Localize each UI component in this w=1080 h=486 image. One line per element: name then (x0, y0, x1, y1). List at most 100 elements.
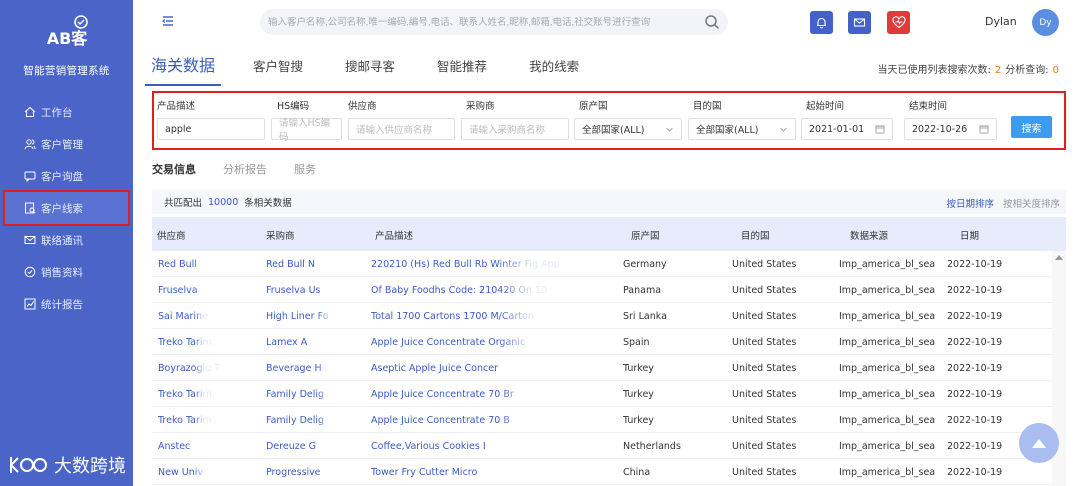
buyer-cell[interactable]: Lamex A (266, 337, 358, 348)
origin-select[interactable]: 全部国家(ALL) (574, 118, 682, 140)
supplier-cell[interactable]: Fruselva (158, 285, 224, 296)
table-row[interactable]: Red Bull Red Bull N 220210 (Hs) Red Bull R… (152, 251, 1052, 277)
sidebar-item-inquiries[interactable]: 客户询盘 (0, 160, 133, 192)
buyer-cell[interactable]: Family Delig (266, 389, 358, 400)
start-date-input[interactable]: 2021-01-01 (801, 118, 893, 140)
menu-toggle-icon[interactable] (161, 14, 175, 28)
tab-my-clues[interactable]: 我的线索 (529, 44, 579, 86)
product-cell[interactable]: 220210 (Hs) Red Bull Rb Winter Fig App (371, 259, 601, 270)
buyer-cell[interactable]: Family Delig (266, 415, 358, 426)
notification-button[interactable] (810, 11, 833, 34)
tab-customs-data[interactable]: 海关数据 (145, 44, 222, 86)
product-cell[interactable]: Of Baby Foodhs Code: 210420 On 10 (371, 285, 601, 296)
home-icon (24, 106, 36, 118)
sidebar-item-reports[interactable]: 统计报告 (0, 288, 133, 320)
date-cell: 2022-10-19 (947, 389, 1003, 400)
table-row[interactable]: Sai Marine High Liner Fo Total 1700 Carton… (152, 303, 1052, 329)
tab-analysis[interactable]: 分析报告 (223, 161, 267, 177)
supplier-cell[interactable]: Anstec (158, 441, 224, 452)
end-date-input[interactable]: 2022-10-26 (904, 118, 997, 140)
tab-transactions[interactable]: 交易信息 (152, 161, 196, 177)
chart-icon (24, 298, 36, 310)
filter-label: 目的国 (693, 101, 722, 112)
buyer-cell[interactable]: Beverage H (266, 363, 358, 374)
chevron-down-icon (666, 127, 673, 132)
hs-code-input[interactable]: 请输入HS编码 (271, 118, 342, 143)
message-button[interactable] (848, 11, 871, 34)
date-cell: 2022-10-19 (947, 337, 1003, 348)
column-header: 日期 (960, 231, 980, 242)
buyer-cell[interactable]: Dereuze G (266, 441, 358, 452)
table-row[interactable]: Treko Tarim Lamex A Apple Juice Concentrat… (152, 329, 1052, 355)
sort-by-relevance-link[interactable]: 按相关度排序 (1003, 199, 1060, 210)
column-header: 采购商 (266, 231, 295, 242)
buyer-cell[interactable]: Fruselva Us (266, 285, 358, 296)
result-suffix: 条相关数据 (244, 198, 292, 209)
supplier-cell[interactable]: New Univ (158, 467, 224, 478)
logo[interactable]: AB客 智能营销管理系统 (0, 14, 133, 78)
sidebar-item-workbench[interactable]: 工作台 (0, 96, 133, 128)
buyer-cell[interactable]: Red Bull N (266, 259, 358, 270)
sidebar-item-communication[interactable]: 联络通讯 (0, 224, 133, 256)
favorite-button[interactable] (887, 11, 910, 34)
search-input[interactable] (260, 16, 704, 28)
sidebar-item-customers[interactable]: 客户管理 (0, 128, 133, 160)
product-cell[interactable]: Total 1700 Cartons 1700 M/Carton (371, 311, 601, 322)
product-cell[interactable]: Apple Juice Concentrate 70 Br (371, 389, 601, 400)
table-header: 供应商 采购商 产品描述 原产国 目的国 数据来源 日期 (152, 217, 1066, 251)
table-row[interactable]: Treko Tarim Family Delig Apple Juice Conce… (152, 407, 1052, 433)
supplier-cell[interactable]: Red Bull (158, 259, 224, 270)
supplier-cell[interactable]: Treko Tarim (158, 389, 224, 400)
supplier-input[interactable]: 请输入供应商名称 (348, 118, 455, 140)
logo-icon: AB客 (46, 15, 88, 48)
product-cell[interactable]: Apple Juice Concentrate Organic (371, 337, 601, 348)
dest-cell: United States (732, 285, 797, 296)
buyer-cell[interactable]: Progressive (266, 467, 358, 478)
buyer-input[interactable]: 请输入采购商名称 (461, 118, 569, 140)
table-row[interactable]: New Univ Progressive Tower Fry Cutter Micr… (152, 459, 1052, 485)
start-date-value: 2021-01-01 (809, 123, 865, 135)
product-cell[interactable]: Aseptic Apple Juice Concer (371, 363, 601, 374)
clue-icon (24, 202, 36, 214)
brand-name: 智能营销管理系统 (23, 65, 110, 77)
supplier-cell[interactable]: Treko Tarim (158, 415, 224, 426)
dest-select[interactable]: 全部国家(ALL) (688, 118, 796, 140)
table-row[interactable]: Fruselva Fruselva Us Of Baby Foodhs Code: … (152, 277, 1052, 303)
sidebar-item-clues[interactable]: 客户线索 (3, 190, 130, 226)
dest-cell: United States (732, 415, 797, 426)
product-input[interactable]: apple (157, 118, 265, 140)
search-button[interactable]: 搜索 (1011, 116, 1052, 138)
tab-email-search[interactable]: 搜邮寻客 (345, 44, 395, 86)
user-name[interactable]: Dylan (985, 15, 1017, 28)
sidebar-item-label: 统计报告 (41, 298, 83, 311)
sort-options: 按日期排序 按相关度排序 (946, 196, 1060, 210)
sidebar-item-materials[interactable]: 销售资料 (0, 256, 133, 288)
product-cell[interactable]: Apple Juice Concentrate 70 B (371, 415, 601, 426)
filter-hs: HS编码 请输入HS编码 (271, 98, 342, 143)
table-row[interactable]: Treko Tarim Family Delig Apple Juice Conce… (152, 381, 1052, 407)
supplier-cell[interactable]: Boyrazoglu T (158, 363, 224, 374)
supplier-cell[interactable]: Sai Marine (158, 311, 224, 322)
buyer-cell[interactable]: High Liner Fo (266, 311, 358, 322)
sidebar-item-label: 客户管理 (41, 138, 83, 151)
table-row[interactable]: Anstec Dereuze G Coffee,Various Cookies I N… (152, 433, 1052, 459)
avatar[interactable]: Dy (1032, 9, 1059, 36)
search-icon[interactable] (704, 14, 720, 30)
tab-service[interactable]: 服务 (294, 161, 316, 177)
back-to-top-button[interactable] (1019, 423, 1059, 463)
product-cell[interactable]: Coffee,Various Cookies I (371, 441, 601, 452)
tab-smart-search[interactable]: 客户智搜 (253, 44, 303, 86)
sort-by-date-link[interactable]: 按日期排序 (946, 199, 994, 210)
dest-cell: United States (732, 389, 797, 400)
result-prefix: 共匹配出 (164, 198, 203, 209)
calendar-icon (979, 125, 989, 134)
table-row[interactable]: Boyrazoglu T Beverage H Aseptic Apple Juic… (152, 355, 1052, 381)
product-cell[interactable]: Tower Fry Cutter Micro (371, 467, 601, 478)
sidebar-item-label: 销售资料 (41, 266, 83, 279)
tab-recommendation[interactable]: 智能推荐 (437, 44, 487, 86)
scroll-up-icon[interactable] (1055, 255, 1063, 260)
dest-cell: United States (732, 363, 797, 374)
date-cell: 2022-10-19 (947, 467, 1003, 478)
sidebar-item-label: 工作台 (41, 106, 73, 119)
supplier-cell[interactable]: Treko Tarim (158, 337, 224, 348)
